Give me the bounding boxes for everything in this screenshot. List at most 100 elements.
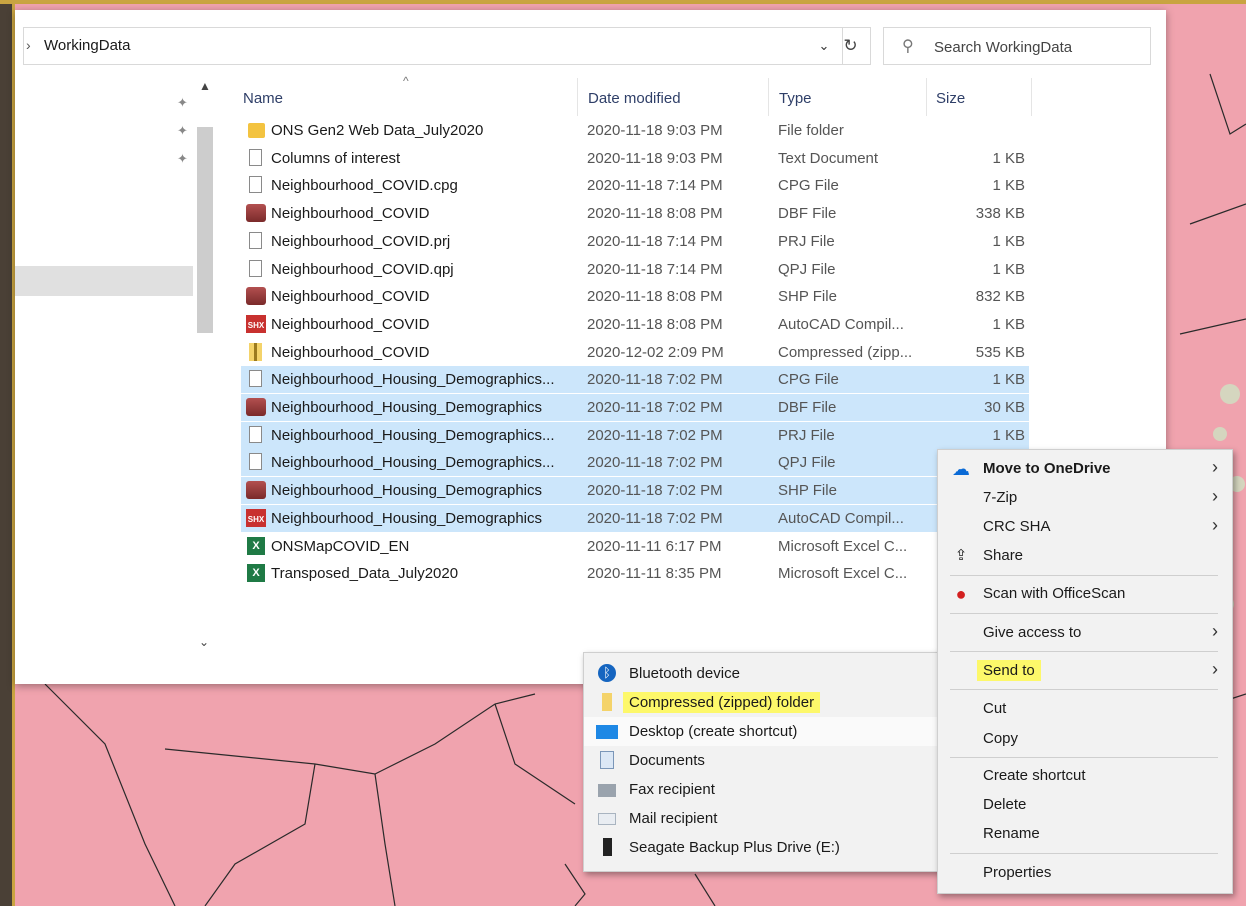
- file-date-modified: 2020-11-18 8:08 PM: [587, 288, 723, 305]
- file-row[interactable]: Neighbourhood_COVID 2020-11-18 8:08 PM SHP…: [241, 283, 1029, 310]
- file-name: Neighbourhood_Housing_Demographics: [271, 510, 543, 527]
- column-divider[interactable]: [926, 78, 927, 116]
- file-name: Neighbourhood_Housing_Demographics...: [271, 427, 555, 444]
- pin-icon[interactable]: ✦: [177, 151, 188, 167]
- sort-ascending-icon: ^: [403, 74, 409, 88]
- nav-scrollbar-thumb[interactable]: [197, 127, 213, 333]
- column-divider[interactable]: [577, 78, 578, 116]
- menu-create-shortcut[interactable]: Create shortcut: [938, 762, 1230, 791]
- folder-icon: [248, 123, 265, 138]
- menu-send-to[interactable]: Send to ›: [938, 657, 1230, 686]
- file-type: Compressed (zipp...: [778, 344, 913, 361]
- text-document-icon: [249, 149, 262, 166]
- file-type: SHP File: [778, 288, 837, 305]
- file-name: Neighbourhood_Housing_Demographics: [271, 399, 543, 416]
- file-row[interactable]: Neighbourhood_COVID 2020-11-18 8:08 PM DBF…: [241, 200, 1029, 227]
- column-divider[interactable]: [768, 78, 769, 116]
- chevron-right-icon: ›: [1212, 515, 1218, 535]
- column-header-type[interactable]: Type: [779, 90, 812, 107]
- file-size: 1 KB: [992, 371, 1025, 388]
- shp-file-icon: [246, 287, 266, 305]
- sendto-mail[interactable]: Mail recipient: [584, 804, 939, 833]
- blank-file-icon: [249, 260, 262, 277]
- file-date-modified: 2020-11-18 7:14 PM: [587, 177, 723, 194]
- file-row[interactable]: Neighbourhood_Housing_Demographics 2020-1…: [241, 394, 1029, 421]
- file-size: 1 KB: [992, 233, 1025, 250]
- menu-separator: [950, 757, 1218, 758]
- column-header-size[interactable]: Size: [936, 90, 965, 107]
- file-row[interactable]: X Transposed_Data_July2020 2020-11-11 8:35…: [241, 560, 1029, 587]
- pin-icon[interactable]: ✦: [177, 123, 188, 139]
- sendto-drive[interactable]: Seagate Backup Plus Drive (E:): [584, 833, 939, 862]
- file-row[interactable]: SHX Neighbourhood_COVID 2020-11-18 8:08 PM…: [241, 311, 1029, 338]
- menu-move-to-onedrive[interactable]: ☁ Move to OneDrive ›: [938, 455, 1230, 484]
- file-type: CPG File: [778, 371, 839, 388]
- search-input[interactable]: [932, 34, 1146, 60]
- file-row[interactable]: Neighbourhood_COVID.prj 2020-11-18 7:14 P…: [241, 228, 1029, 255]
- file-type: AutoCAD Compil...: [778, 510, 904, 527]
- file-name: ONS Gen2 Web Data_July2020: [271, 122, 484, 139]
- menu-rename[interactable]: Rename: [938, 820, 1230, 849]
- file-date-modified: 2020-11-18 9:03 PM: [587, 122, 723, 139]
- column-divider[interactable]: [1031, 78, 1032, 116]
- file-name: Neighbourhood_COVID: [271, 316, 430, 333]
- refresh-icon[interactable]: ↻: [831, 27, 871, 65]
- file-date-modified: 2020-11-18 7:02 PM: [587, 454, 723, 471]
- menu-properties[interactable]: Properties: [938, 859, 1230, 888]
- file-type: DBF File: [778, 399, 837, 416]
- file-type: Microsoft Excel C...: [778, 538, 908, 555]
- file-row[interactable]: X ONSMapCOVID_EN 2020-11-11 6:17 PM Microso…: [241, 533, 1029, 560]
- scroll-down-icon[interactable]: ⌄: [199, 635, 209, 649]
- file-row[interactable]: Neighbourhood_Housing_Demographics... 202…: [241, 366, 1029, 393]
- file-row[interactable]: Columns of interest 2020-11-18 9:03 PM Tex…: [241, 145, 1029, 172]
- file-name: Neighbourhood_COVID.cpg: [271, 177, 458, 194]
- search-box[interactable]: ⚲: [883, 27, 1151, 65]
- menu-separator: [950, 651, 1218, 652]
- chevron-right-icon: ›: [1212, 486, 1218, 506]
- scroll-up-icon[interactable]: ▲: [199, 79, 211, 93]
- nav-selected-item[interactable]: [15, 266, 193, 296]
- sendto-compressed-folder[interactable]: Compressed (zipped) folder: [584, 688, 939, 717]
- menu-give-access[interactable]: Give access to ›: [938, 619, 1230, 648]
- menu-separator: [950, 853, 1218, 854]
- sendto-bluetooth[interactable]: ᛒ Bluetooth device: [584, 659, 939, 688]
- chevron-right-icon: ›: [1212, 457, 1218, 477]
- menu-share[interactable]: ⇪ Share: [938, 542, 1230, 571]
- menu-7zip[interactable]: 7-Zip ›: [938, 484, 1230, 513]
- file-row[interactable]: Neighbourhood_Housing_Demographics 2020-1…: [241, 477, 1029, 504]
- column-header-date[interactable]: Date modified: [588, 90, 681, 107]
- file-name: Columns of interest: [271, 150, 401, 167]
- sendto-fax[interactable]: Fax recipient: [584, 775, 939, 804]
- file-date-modified: 2020-11-11 8:35 PM: [587, 565, 722, 582]
- menu-delete[interactable]: Delete: [938, 791, 1230, 820]
- file-type: QPJ File: [778, 261, 836, 278]
- shp-file-icon: [246, 481, 266, 499]
- menu-cut[interactable]: Cut: [938, 695, 1230, 724]
- bluetooth-icon: ᛒ: [598, 664, 616, 682]
- search-icon: ⚲: [902, 38, 914, 55]
- blank-file-icon: [249, 370, 262, 387]
- file-row[interactable]: Neighbourhood_COVID 2020-12-02 2:09 PM Com…: [241, 339, 1029, 366]
- menu-separator: [950, 613, 1218, 614]
- zip-folder-icon: [602, 693, 612, 711]
- file-row[interactable]: SHX Neighbourhood_Housing_Demographics 202…: [241, 505, 1029, 532]
- file-name: Neighbourhood_COVID.prj: [271, 233, 451, 250]
- file-row[interactable]: Neighbourhood_COVID.cpg 2020-11-18 7:14 P…: [241, 172, 1029, 199]
- file-date-modified: 2020-11-18 8:08 PM: [587, 316, 723, 333]
- file-row[interactable]: Neighbourhood_Housing_Demographics... 202…: [241, 422, 1029, 449]
- address-bar[interactable]: › WorkingData ⌄: [23, 27, 843, 65]
- menu-crc-sha[interactable]: CRC SHA ›: [938, 513, 1230, 542]
- excel-file-icon: X: [247, 537, 265, 555]
- sendto-desktop[interactable]: Desktop (create shortcut): [584, 717, 939, 746]
- menu-scan-officescan[interactable]: ● Scan with OfficeScan: [938, 580, 1230, 609]
- onedrive-cloud-icon: ☁: [952, 459, 970, 479]
- file-name: ONSMapCOVID_EN: [271, 538, 410, 555]
- file-row[interactable]: Neighbourhood_COVID.qpj 2020-11-18 7:14 P…: [241, 256, 1029, 283]
- column-header-name[interactable]: Name: [243, 90, 283, 107]
- menu-copy[interactable]: Copy: [938, 725, 1230, 754]
- sendto-documents[interactable]: Documents: [584, 746, 939, 775]
- pin-icon[interactable]: ✦: [177, 95, 188, 111]
- address-path[interactable]: WorkingData: [44, 37, 130, 54]
- file-row[interactable]: ONS Gen2 Web Data_July2020 2020-11-18 9:0…: [241, 117, 1029, 144]
- file-row[interactable]: Neighbourhood_Housing_Demographics... 202…: [241, 449, 1029, 476]
